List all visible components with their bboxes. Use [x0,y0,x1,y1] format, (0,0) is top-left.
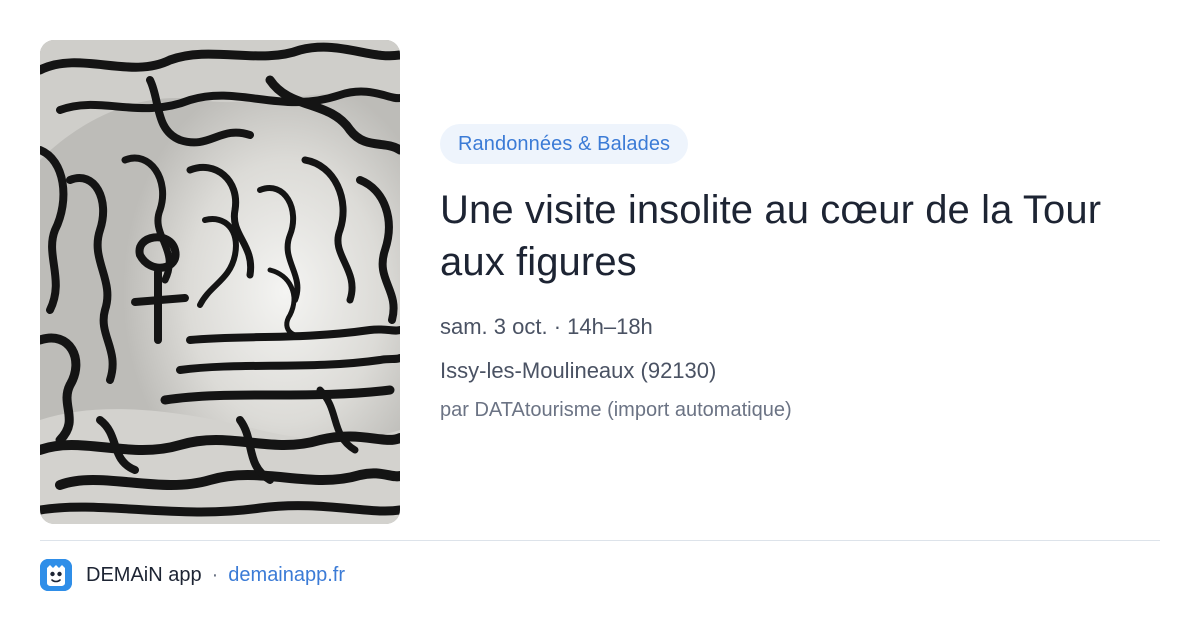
category-badge[interactable]: Randonnées & Balades [440,124,689,164]
sculpture-photo [40,40,400,524]
footer: DEMAiN app · demainapp.fr [40,558,345,592]
event-source: par DATAtourisme (import automatique) [440,399,792,421]
app-url-link[interactable]: demainapp.fr [228,564,345,587]
demain-app-logo-icon[interactable] [40,559,72,591]
event-image[interactable] [40,40,400,524]
event-date-time: sam. 3 oct. · 14h–18h [440,314,653,339]
event-share-card: Randonnées & Balades Une visite insolite… [0,0,1200,630]
footer-separator: · [211,563,219,586]
footer-divider [40,540,1160,541]
event-details: Randonnées & Balades Une visite insolite… [440,124,1160,424]
event-location: Issy-les-Moulineaux (92130) [440,358,717,383]
app-name: DEMAiN app [86,563,202,586]
event-title[interactable]: Une visite insolite au cœur de la Tour a… [440,184,1120,288]
